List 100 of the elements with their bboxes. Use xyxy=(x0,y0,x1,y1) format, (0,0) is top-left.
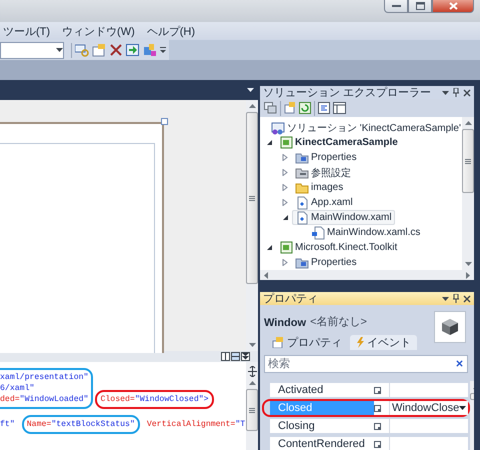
tree-item[interactable]: App.xaml xyxy=(292,195,356,210)
horizontal-split-icon xyxy=(232,354,239,359)
value-field[interactable]: WindowClose xyxy=(389,401,468,415)
overflow-caret-icon[interactable] xyxy=(160,46,166,54)
tree-item[interactable]: 参照設定 xyxy=(292,165,354,180)
property-name[interactable]: ContentRendered xyxy=(270,437,374,450)
tree-item[interactable]: KinectCameraSample xyxy=(276,135,401,150)
scrollbar[interactable] xyxy=(246,362,258,450)
scroll-down-icon[interactable] xyxy=(248,343,256,347)
scroll-right-icon[interactable] xyxy=(466,272,470,278)
tree-item[interactable]: Properties xyxy=(292,150,360,165)
object-type: Window xyxy=(264,317,306,329)
scroll-up-icon[interactable] xyxy=(248,381,256,385)
grip-icon[interactable] xyxy=(249,196,255,200)
scroll-up-icon[interactable] xyxy=(464,121,472,125)
dropdown-caret-icon xyxy=(56,48,63,52)
event-handler-icon[interactable] xyxy=(374,440,381,448)
menu-item[interactable]: ヘルプ(H) xyxy=(146,24,196,38)
tab[interactable]: イベント xyxy=(350,335,417,350)
search-field[interactable]: 検索 xyxy=(264,355,468,373)
scrollbar[interactable] xyxy=(246,100,258,351)
code-line: 6/xaml" xyxy=(0,383,36,394)
close-icon[interactable] xyxy=(463,88,471,96)
xaml-icon xyxy=(295,196,309,210)
properties-icon xyxy=(295,256,309,270)
expanded-arrow-icon[interactable] xyxy=(266,139,272,146)
tab[interactable]: プロパティ xyxy=(266,335,348,350)
minimize-icon xyxy=(392,4,400,8)
close-icon[interactable] xyxy=(463,294,471,302)
clear-icon[interactable] xyxy=(456,360,463,367)
split-handle-icon[interactable] xyxy=(248,366,256,377)
split-horizontal-button[interactable] xyxy=(231,352,240,361)
solution-icon xyxy=(271,120,285,134)
properties-icon[interactable] xyxy=(284,102,296,114)
panel-title: ソリューション エクスプローラー xyxy=(263,86,432,100)
object-name: <名前なし> xyxy=(310,315,367,329)
combo-box[interactable] xyxy=(0,42,64,58)
code-line: Closed="WindowClosed"> xyxy=(100,394,209,405)
property-name[interactable]: Closing xyxy=(270,419,374,433)
dropdown-caret-icon[interactable] xyxy=(442,90,449,94)
maximize-button[interactable] xyxy=(408,0,432,13)
tree-item[interactable]: Properties xyxy=(292,255,360,270)
project-icon xyxy=(279,136,293,150)
lightning-icon xyxy=(356,337,364,348)
dropdown-caret-icon[interactable] xyxy=(459,406,466,410)
collapsed-arrow-icon[interactable] xyxy=(282,199,288,206)
panel-title: プロパティ xyxy=(263,292,318,306)
references-icon xyxy=(295,166,309,180)
code-line: xaml/presentation" xyxy=(0,372,88,383)
vertical-split-icon xyxy=(223,353,228,360)
xaml-icon xyxy=(295,210,309,224)
properties-icon[interactable] xyxy=(92,43,106,57)
menu-item[interactable]: ツール(T) xyxy=(3,24,50,38)
event-handler-icon[interactable] xyxy=(374,386,381,394)
scroll-up-icon[interactable] xyxy=(248,104,256,108)
expanded-arrow-icon[interactable] xyxy=(266,244,272,251)
collapsed-arrow-icon[interactable] xyxy=(282,184,288,191)
event-handler-icon[interactable] xyxy=(374,404,381,412)
menu-item[interactable]: ウィンドウ(W) xyxy=(62,24,135,38)
collapsed-arrow-icon[interactable] xyxy=(282,154,288,161)
value-field[interactable] xyxy=(389,383,468,397)
expanded-arrow-icon[interactable] xyxy=(282,214,288,221)
tree-item[interactable]: Microsoft.Kinect.Toolkit xyxy=(276,240,400,255)
event-handler-icon[interactable] xyxy=(374,422,381,430)
project-icon xyxy=(279,240,293,254)
arrow-icon[interactable] xyxy=(126,43,140,57)
tree-item[interactable]: ソリューション 'KinectCameraSample' xyxy=(268,120,462,135)
maximize-icon xyxy=(416,2,424,10)
collapsed-arrow-icon[interactable] xyxy=(282,169,288,176)
show-all-files-icon[interactable] xyxy=(264,102,277,114)
value-field[interactable] xyxy=(389,437,468,450)
split-vertical-button[interactable] xyxy=(221,352,230,361)
tree-item[interactable]: MainWindow.xaml xyxy=(292,210,395,225)
close-button[interactable] xyxy=(432,0,474,13)
scrollbar[interactable] xyxy=(462,117,474,270)
grip-icon[interactable] xyxy=(465,158,471,164)
scrollbar[interactable] xyxy=(260,270,474,280)
pin-icon[interactable] xyxy=(453,294,459,303)
code-line: VerticalAlignment="T xyxy=(146,419,246,430)
properties-icon xyxy=(272,337,284,348)
property-name[interactable]: Activated xyxy=(270,383,374,397)
view-code-icon[interactable] xyxy=(318,102,330,114)
dropdown-caret-icon[interactable] xyxy=(442,296,449,300)
dropdown-caret-icon[interactable] xyxy=(247,88,254,92)
pin-icon[interactable] xyxy=(453,88,459,97)
close-icon xyxy=(448,2,458,10)
tree-item[interactable]: images xyxy=(292,180,346,195)
minimize-button[interactable] xyxy=(384,0,408,13)
scroll-left-icon[interactable] xyxy=(264,272,268,278)
collapse-pane-button[interactable] xyxy=(241,352,250,361)
window-search-icon[interactable] xyxy=(75,43,89,57)
code-line: Name="textBlockStatus" xyxy=(26,419,135,430)
grip-icon[interactable] xyxy=(249,408,255,412)
tree-item[interactable]: MainWindow.xaml.cs xyxy=(308,225,424,240)
view-designer-icon[interactable] xyxy=(333,102,346,114)
value-field[interactable] xyxy=(389,419,468,433)
refresh-icon[interactable] xyxy=(299,102,311,114)
extension-icon[interactable] xyxy=(143,43,157,57)
collapsed-arrow-icon[interactable] xyxy=(282,259,288,266)
scroll-down-icon[interactable] xyxy=(464,262,472,266)
